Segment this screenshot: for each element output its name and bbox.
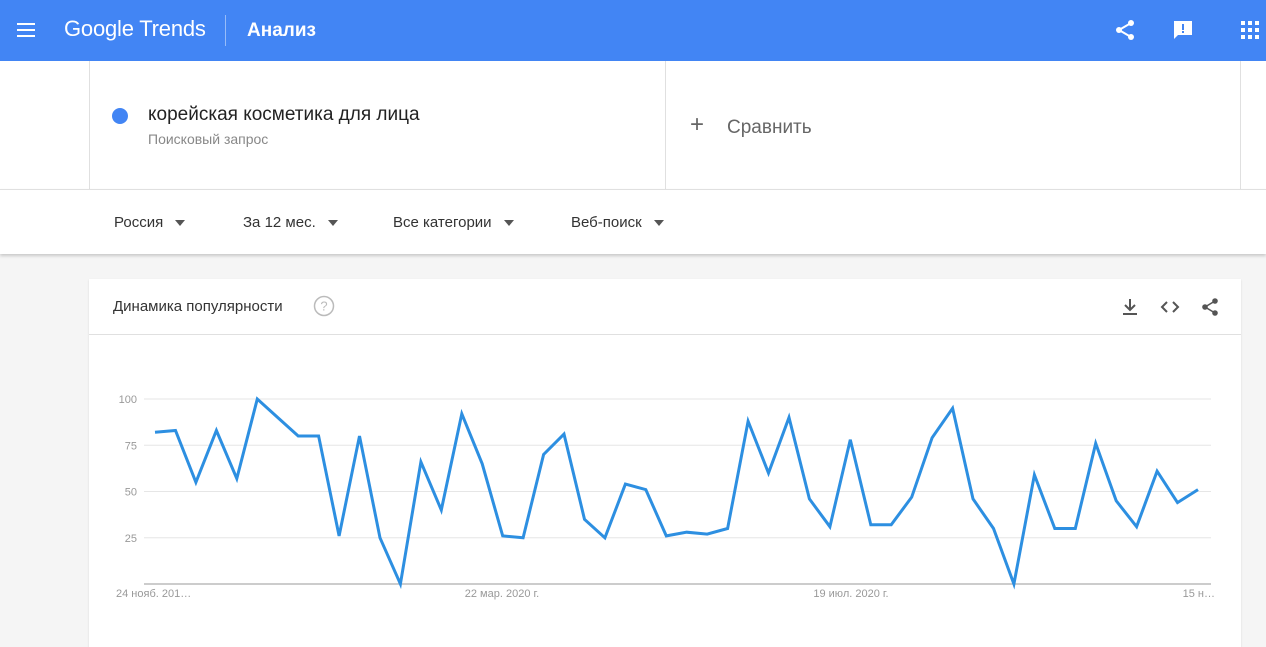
feedback-icon[interactable] — [1171, 18, 1195, 42]
search-term-card[interactable]: корейская косметика для лица Поисковый з… — [89, 61, 666, 189]
filter-category-label: Все категории — [393, 214, 492, 231]
filter-region-label: Россия — [114, 214, 164, 231]
google-trends-logo[interactable]: Google Trends — [64, 16, 206, 42]
y-tick-label: 50 — [125, 487, 137, 499]
y-tick-label: 75 — [125, 440, 137, 452]
filter-search-type[interactable]: Веб-поиск — [571, 214, 664, 231]
plus-icon: + — [690, 111, 705, 138]
x-tick-label: 24 нояб. 201… — [116, 588, 191, 600]
filters-bar: Россия За 12 мес. Все категории Веб-поис… — [0, 189, 1266, 254]
interest-over-time-widget: Динамика популярности ? 25 50 75 100 24 нояб… — [89, 279, 1241, 647]
apps-grid-icon[interactable] — [1238, 18, 1262, 42]
y-tick-label: 25 — [125, 533, 137, 545]
y-tick-label: 100 — [119, 394, 137, 406]
dropdown-arrow-icon — [327, 220, 338, 227]
share-icon[interactable] — [1113, 18, 1137, 42]
search-term-type: Поисковый запрос — [148, 131, 269, 147]
trend-line-chart: 25 50 75 100 24 нояб. 201… 22 мар. 2020 г. 19 … — [116, 394, 1215, 600]
term-color-dot — [112, 108, 128, 124]
x-tick-label: 19 июл. 2020 г. — [813, 588, 888, 600]
filter-category[interactable]: Все категории — [393, 214, 514, 231]
filter-search-type-label: Веб-поиск — [571, 214, 642, 231]
search-term-name[interactable]: корейская косметика для лица — [148, 104, 420, 126]
header-divider — [225, 15, 226, 46]
dropdown-arrow-icon — [503, 220, 514, 227]
page-title: Анализ — [247, 20, 316, 41]
dropdown-arrow-icon — [653, 220, 664, 227]
dropdown-arrow-icon — [175, 220, 186, 227]
filter-region[interactable]: Россия — [114, 214, 186, 231]
filter-period-label: За 12 мес. — [243, 214, 316, 231]
top-app-bar: Google Trends Анализ — [0, 0, 1266, 61]
filter-period[interactable]: За 12 мес. — [243, 214, 338, 231]
x-tick-label: 15 н… — [1183, 588, 1215, 600]
x-tick-label: 22 мар. 2020 г. — [465, 588, 539, 600]
search-terms-bar: корейская косметика для лица Поисковый з… — [0, 61, 1266, 189]
menu-icon[interactable] — [16, 20, 36, 40]
compare-label: Сравнить — [727, 117, 812, 138]
compare-button[interactable]: + Сравнить — [664, 61, 1241, 189]
